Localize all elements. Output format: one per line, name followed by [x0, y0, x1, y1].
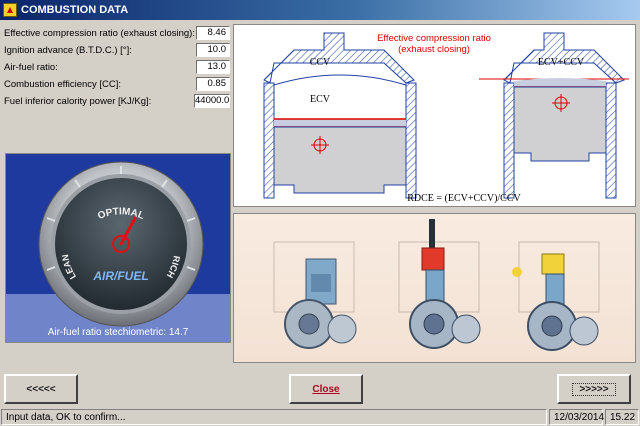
title-bar: COMBUSTION DATA	[0, 0, 640, 20]
engine-drawings	[273, 219, 600, 351]
label-ecv-ccv: ECV+CCV	[538, 57, 585, 68]
field-label: Ignition advance (B.T.D.C.) [°]:	[4, 44, 132, 56]
next-button-label: >>>>>	[572, 382, 616, 396]
status-message: Input data, OK to confirm...	[1, 409, 547, 425]
label-ecv: ECV	[310, 94, 331, 105]
fuel-calorific-power-input[interactable]: 44000.0	[194, 94, 230, 108]
status-date: 12/03/2014	[549, 409, 604, 425]
gauge-dial: OPTIMAL LEAN RICH AIR/FUEL	[38, 161, 204, 327]
engine-illustration	[233, 213, 636, 363]
status-bar: Input data, OK to confirm... 12/03/2014 …	[0, 408, 640, 426]
app-icon	[3, 3, 17, 17]
ignition-advance-input[interactable]: 10.0	[196, 43, 230, 57]
field-row-ignition: Ignition advance (B.T.D.C.) [°]: 10.0	[4, 43, 230, 57]
field-row-efficiency: Combustion efficiency [CC]: 0.85	[4, 77, 230, 91]
diagram-title-line2: (exhaust closing)	[398, 44, 470, 55]
cylinder-diagram: CCV ECV Effective compression ratio (exh…	[263, 32, 629, 204]
field-label: Effective compression ratio (exhaust clo…	[4, 27, 195, 39]
compression-ratio-input[interactable]: 8.46	[196, 26, 230, 40]
gauge-caption: Air-fuel ratio stechiometric: 14.7	[47, 327, 189, 338]
field-row-compression: Effective compression ratio (exhaust clo…	[4, 26, 230, 40]
close-button-label: Close	[312, 383, 340, 395]
field-label: Air-fuel ratio:	[4, 61, 58, 73]
field-row-airfuel: Air-fuel ratio: 13.0	[4, 60, 230, 74]
diagram-formula: RDCE = (ECV+CCV)/CCV	[407, 193, 521, 204]
combustion-efficiency-input[interactable]: 0.85	[196, 77, 230, 91]
engine-drawing-3	[512, 241, 600, 351]
window-title: COMBUSTION DATA	[21, 4, 129, 16]
engine-drawing-2	[398, 219, 481, 349]
status-time: 15.22	[605, 409, 639, 425]
engine-drawing-1	[273, 241, 357, 349]
air-fuel-ratio-input[interactable]: 13.0	[196, 60, 230, 74]
left-cylinder	[263, 32, 417, 199]
next-button[interactable]: >>>>>	[557, 374, 631, 404]
compression-ratio-diagram: CCV ECV Effective compression ratio (exh…	[233, 24, 636, 207]
label-ccv: CCV	[310, 57, 331, 68]
field-label: Combustion efficiency [CC]:	[4, 78, 122, 90]
diagram-title-line1: Effective compression ratio	[377, 33, 491, 44]
close-button[interactable]: Close	[289, 374, 363, 404]
field-label: Fuel inferior calority power [KJ/Kg]:	[4, 95, 152, 107]
previous-button-label: <<<<<	[26, 383, 56, 395]
previous-button[interactable]: <<<<<	[4, 374, 78, 404]
field-row-fuel-power: Fuel inferior calority power [KJ/Kg]: 44…	[4, 94, 230, 108]
air-fuel-gauge-panel: OPTIMAL LEAN RICH AIR/FUEL Air-fuel rati…	[5, 153, 231, 343]
gauge-label-air-fuel: AIR/FUEL	[92, 269, 148, 283]
